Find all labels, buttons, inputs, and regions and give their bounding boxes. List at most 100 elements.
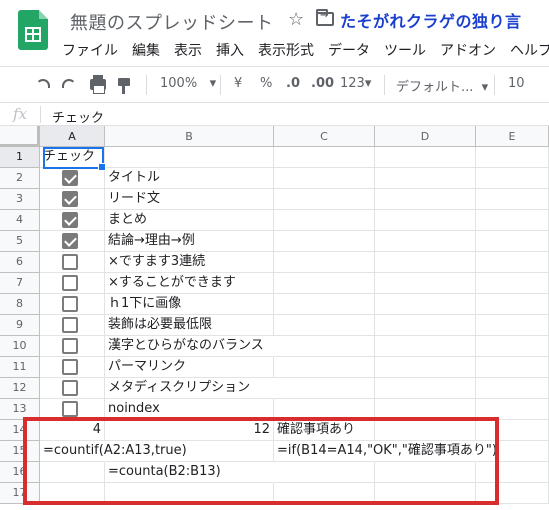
cell-c15[interactable]: =if(B14=A14,"OK","確認事項あり") — [274, 441, 497, 462]
cell-e15[interactable] — [476, 441, 549, 462]
cell-e1[interactable] — [476, 147, 549, 168]
checkbox-checked[interactable] — [62, 233, 78, 249]
cell-b12[interactable]: メタディスクリプション — [105, 378, 274, 399]
checkbox-unchecked[interactable] — [62, 359, 78, 375]
row-header[interactable]: 6 — [0, 252, 40, 273]
cell-c5[interactable] — [274, 231, 375, 252]
cell-c10[interactable] — [274, 336, 375, 357]
cell-e14[interactable] — [476, 420, 549, 441]
row-header[interactable]: 5 — [0, 231, 40, 252]
cell-e5[interactable] — [476, 231, 549, 252]
cell-c13[interactable] — [274, 399, 375, 420]
select-all-corner[interactable] — [0, 126, 40, 147]
row-header[interactable]: 9 — [0, 315, 40, 336]
cell-b6[interactable]: ×ですます3連続 — [105, 252, 274, 273]
cell-b2[interactable]: タイトル — [105, 168, 274, 189]
cell-d8[interactable] — [375, 294, 476, 315]
cell-d5[interactable] — [375, 231, 476, 252]
cell-d16[interactable] — [375, 462, 476, 483]
cell-d14[interactable] — [375, 420, 476, 441]
cell-b17[interactable] — [105, 483, 274, 504]
row-header[interactable]: 15 — [0, 441, 40, 462]
cell-b7[interactable]: ×することができます — [105, 273, 274, 294]
cell-b11[interactable]: パーマリンク — [105, 357, 274, 378]
sheets-logo-icon[interactable] — [18, 10, 48, 50]
checkbox-unchecked[interactable] — [62, 380, 78, 396]
cell-c14[interactable]: 確認事項あり — [274, 420, 375, 441]
row-header[interactable]: 8 — [0, 294, 40, 315]
checkbox-unchecked[interactable] — [62, 401, 78, 417]
cell-d3[interactable] — [375, 189, 476, 210]
formula-input[interactable]: チェック — [52, 107, 104, 126]
column-header-b[interactable]: B — [105, 126, 274, 147]
cell-d4[interactable] — [375, 210, 476, 231]
cell-c16[interactable] — [274, 462, 375, 483]
checkbox-unchecked[interactable] — [62, 317, 78, 333]
cell-d13[interactable] — [375, 399, 476, 420]
menu-help[interactable]: ヘルプ — [510, 40, 549, 60]
menu-file[interactable]: ファイル — [62, 40, 118, 60]
cell-d12[interactable] — [375, 378, 476, 399]
cell-c17[interactable] — [274, 483, 375, 504]
font-size-select[interactable]: 10 — [508, 76, 525, 91]
menu-edit[interactable]: 編集 — [132, 40, 160, 60]
cell-e11[interactable] — [476, 357, 549, 378]
move-to-folder-icon[interactable] — [316, 9, 334, 26]
menu-format[interactable]: 表示形式 — [258, 40, 314, 60]
currency-button[interactable]: ¥ — [234, 76, 242, 91]
cell-b13[interactable]: noindex — [105, 399, 274, 420]
more-formats-button[interactable]: 123▾ — [340, 76, 371, 91]
cell-a4[interactable] — [40, 210, 105, 231]
column-header-c[interactable]: C — [274, 126, 375, 147]
cell-a9[interactable] — [40, 315, 105, 336]
cell-e4[interactable] — [476, 210, 549, 231]
checkbox-checked[interactable] — [62, 212, 78, 228]
row-header[interactable]: 1 — [0, 147, 40, 168]
cell-b8[interactable]: ｈ1下に画像 — [105, 294, 274, 315]
cell-c8[interactable] — [274, 294, 375, 315]
cell-b14[interactable]: 12 — [105, 420, 274, 441]
zoom-select[interactable]: 100% ▾ — [160, 76, 216, 91]
cell-a5[interactable] — [40, 231, 105, 252]
document-title[interactable]: 無題のスプレッドシート — [70, 9, 274, 35]
row-header[interactable]: 10 — [0, 336, 40, 357]
cell-b5[interactable]: 結論→理由→例 — [105, 231, 274, 252]
cell-d2[interactable] — [375, 168, 476, 189]
cell-a12[interactable] — [40, 378, 105, 399]
checkbox-checked[interactable] — [62, 170, 78, 186]
cell-d17[interactable] — [375, 483, 476, 504]
cell-a1[interactable]: チェック — [40, 147, 105, 168]
column-header-d[interactable]: D — [375, 126, 476, 147]
row-header[interactable]: 16 — [0, 462, 40, 483]
cell-e16[interactable] — [476, 462, 549, 483]
increase-decimal-button[interactable]: .00 — [311, 76, 334, 91]
cell-a10[interactable] — [40, 336, 105, 357]
font-select[interactable]: デフォルト... ▾ — [396, 76, 488, 95]
star-icon[interactable]: ☆ — [288, 9, 304, 30]
cell-a15[interactable]: =countif(A2:A13,true) — [40, 441, 187, 462]
cell-c11[interactable] — [274, 357, 375, 378]
row-header[interactable]: 2 — [0, 168, 40, 189]
cell-e13[interactable] — [476, 399, 549, 420]
row-header[interactable]: 11 — [0, 357, 40, 378]
menu-data[interactable]: データ — [328, 40, 370, 60]
cell-d7[interactable] — [375, 273, 476, 294]
cell-e12[interactable] — [476, 378, 549, 399]
row-header[interactable]: 17 — [0, 483, 40, 504]
menu-addons[interactable]: アドオン — [440, 40, 496, 60]
cell-d15[interactable] — [375, 441, 476, 462]
print-icon[interactable] — [90, 75, 106, 94]
cell-a6[interactable] — [40, 252, 105, 273]
cell-d10[interactable] — [375, 336, 476, 357]
checkbox-checked[interactable] — [62, 191, 78, 207]
cell-a8[interactable] — [40, 294, 105, 315]
row-header[interactable]: 12 — [0, 378, 40, 399]
cell-d1[interactable] — [375, 147, 476, 168]
column-header-e[interactable]: E — [476, 126, 549, 147]
checkbox-unchecked[interactable] — [62, 275, 78, 291]
undo-icon[interactable] — [36, 79, 50, 88]
cell-b4[interactable]: まとめ — [105, 210, 274, 231]
cell-b9[interactable]: 装飾は必要最低限 — [105, 315, 274, 336]
decrease-decimal-button[interactable]: .0 — [286, 76, 300, 91]
row-header[interactable]: 4 — [0, 210, 40, 231]
